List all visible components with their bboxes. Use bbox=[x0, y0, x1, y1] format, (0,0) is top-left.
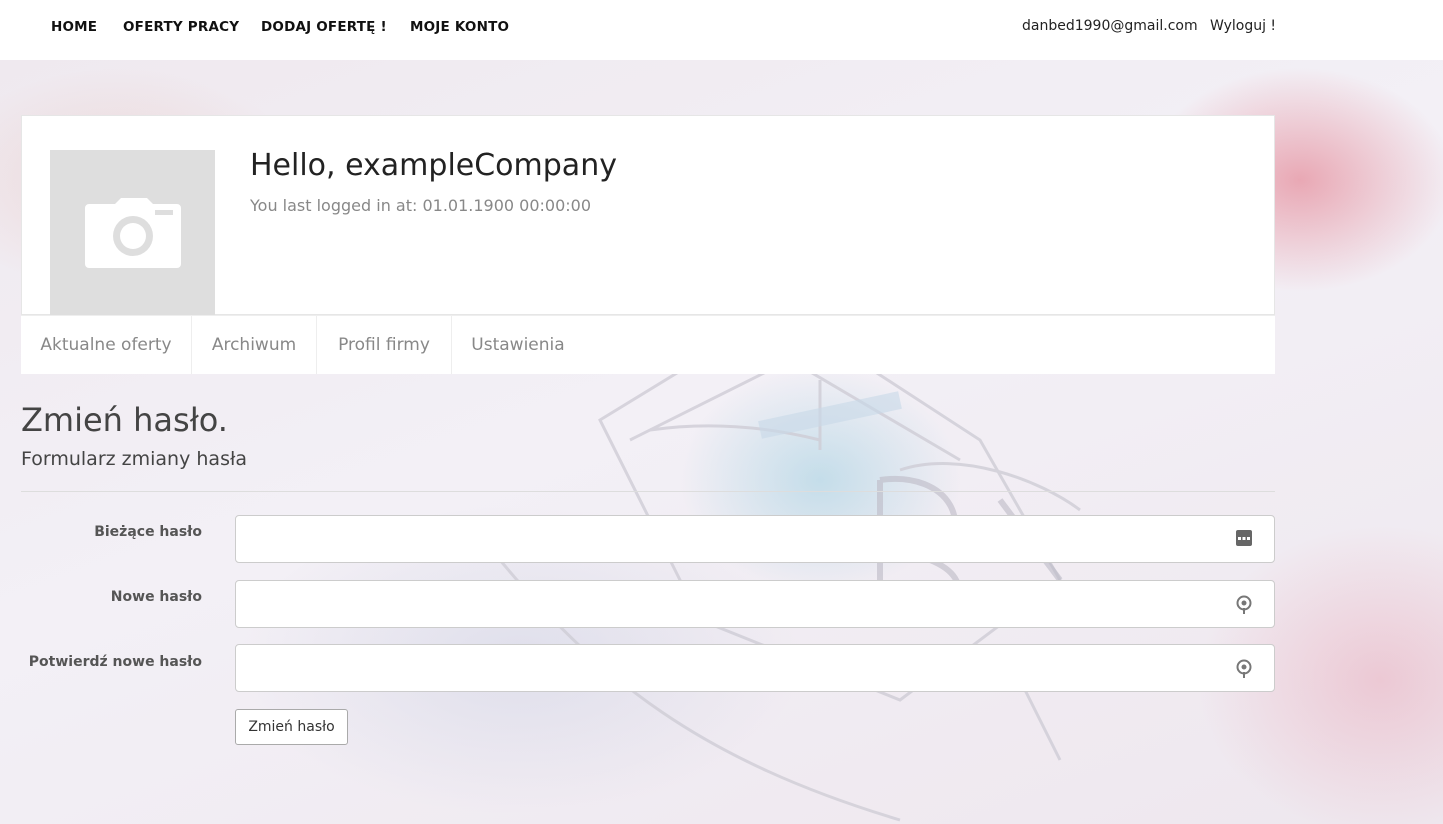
change-password-button[interactable]: Zmień hasło bbox=[235, 709, 348, 745]
nav-my-account[interactable]: MOJE KONTO bbox=[410, 19, 509, 35]
page-subtitle: Formularz zmiany hasła bbox=[21, 448, 248, 470]
profile-card: Hello, exampleCompany You last logged in… bbox=[21, 115, 1275, 315]
nav-job-offers[interactable]: OFERTY PRACY bbox=[123, 19, 239, 35]
key-icon[interactable] bbox=[1236, 595, 1252, 615]
confirm-password-label: Potwierdź nowe hasło bbox=[28, 654, 202, 670]
new-password-label: Nowe hasło bbox=[110, 589, 202, 605]
page-title: Zmień hasło. bbox=[21, 401, 228, 439]
tab-archive[interactable]: Archiwum bbox=[192, 316, 317, 374]
logout-link[interactable]: Wyloguj ! bbox=[1210, 18, 1276, 34]
current-password-label: Bieżące hasło bbox=[94, 524, 202, 540]
tab-company-profile[interactable]: Profil firmy bbox=[317, 316, 452, 374]
profile-greeting: Hello, exampleCompany bbox=[250, 148, 617, 183]
key-icon[interactable] bbox=[1236, 659, 1252, 679]
nav-home[interactable]: HOME bbox=[51, 19, 97, 35]
avatar[interactable] bbox=[50, 150, 215, 315]
tab-current-offers[interactable]: Aktualne oferty bbox=[21, 316, 192, 374]
user-email-link[interactable]: danbed1990@gmail.com bbox=[1022, 18, 1198, 34]
divider bbox=[21, 491, 1275, 492]
profile-tabs: Aktualne oferty Archiwum Profil firmy Us… bbox=[21, 315, 1275, 374]
camera-icon bbox=[85, 198, 181, 268]
confirm-password-field[interactable] bbox=[235, 644, 1275, 692]
password-dots-icon[interactable] bbox=[1236, 530, 1252, 546]
new-password-field[interactable] bbox=[235, 580, 1275, 628]
top-navbar: HOME OFERTY PRACY DODAJ OFERTĘ ! MOJE KO… bbox=[0, 0, 1443, 60]
last-login-text: You last logged in at: 01.01.1900 00:00:… bbox=[250, 196, 592, 215]
tab-settings[interactable]: Ustawienia bbox=[452, 316, 584, 374]
current-password-field[interactable] bbox=[235, 515, 1275, 563]
nav-add-offer[interactable]: DODAJ OFERTĘ ! bbox=[261, 19, 387, 35]
